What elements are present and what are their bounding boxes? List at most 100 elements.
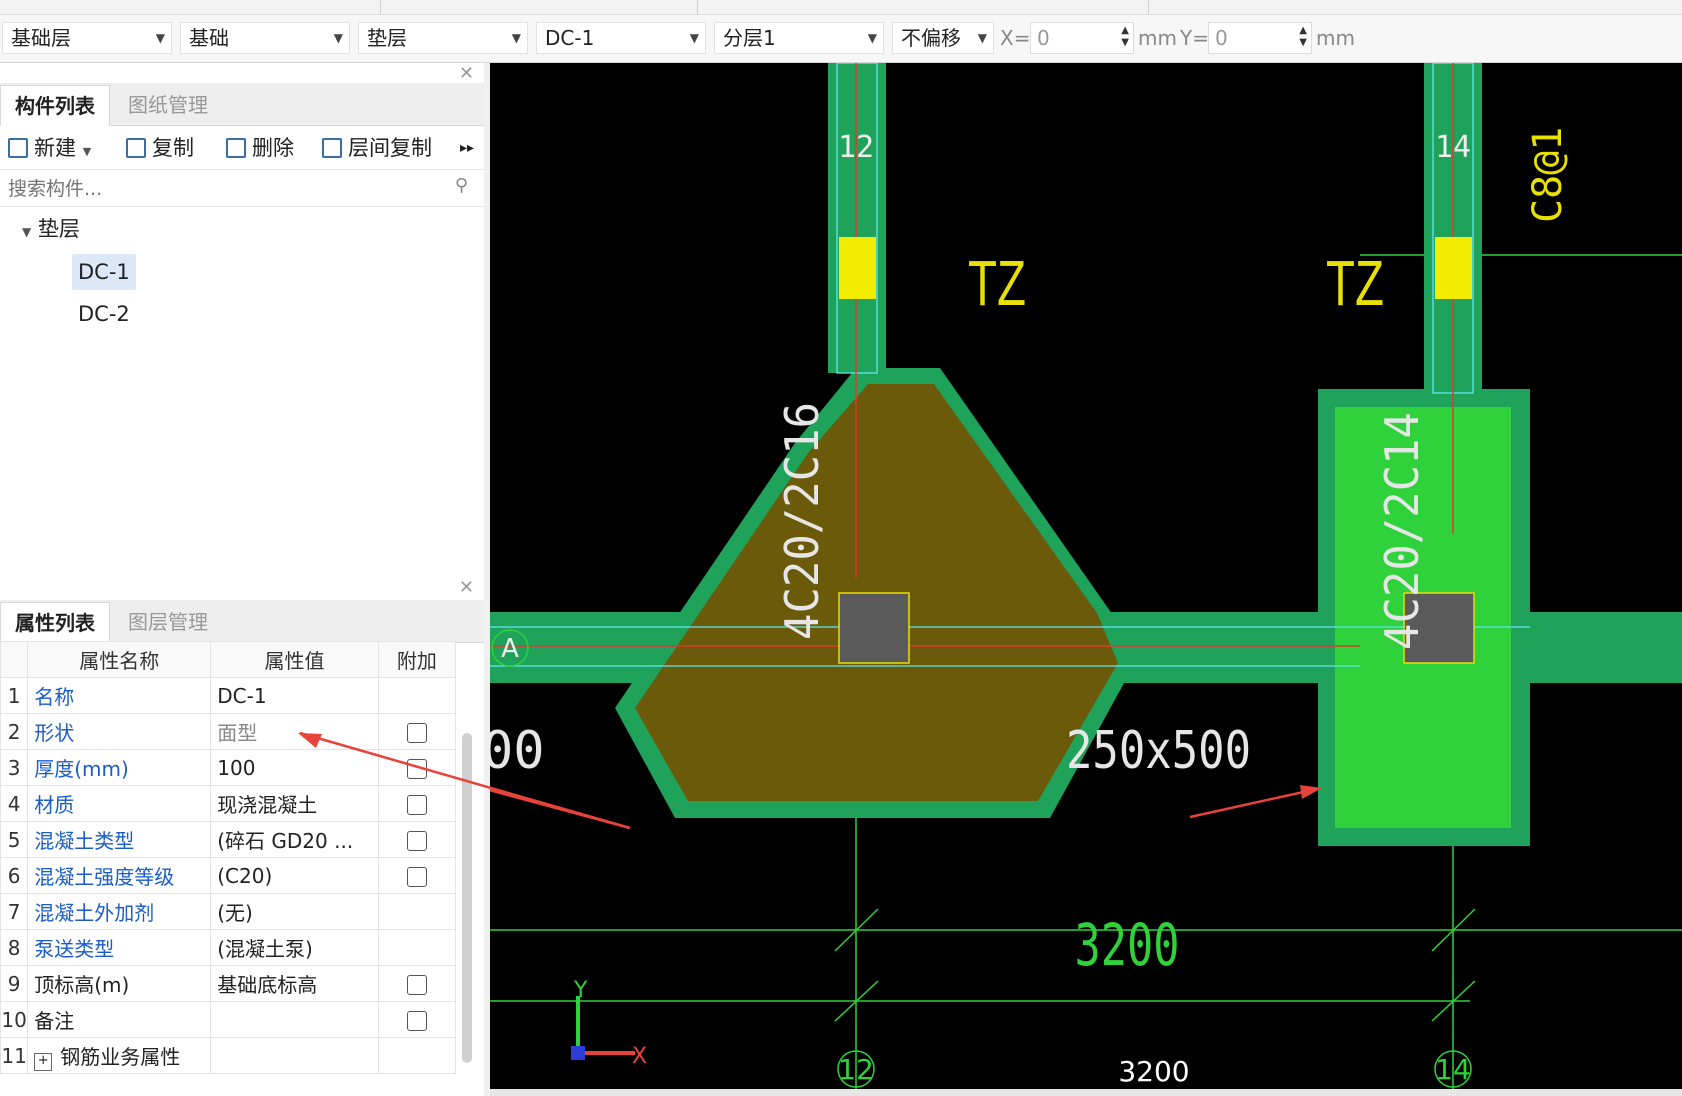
attach-checkbox[interactable] (406, 1011, 427, 1031)
axis-label-14-top: 14 (1435, 130, 1471, 165)
y-input[interactable]: 0 ▲ ▼ (1208, 22, 1312, 54)
tree-item-dc-2[interactable]: DC-2 (78, 296, 130, 332)
attach-checkbox[interactable] (406, 723, 427, 743)
cad-drawing: 12 14 TZ TZ C8@1 4C20/2C16 4C20/2C14 250… (490, 63, 1682, 1089)
chevron-down-icon: ▼ (867, 31, 877, 45)
close-icon[interactable]: ✕ (459, 63, 474, 84)
table-row[interactable]: 7 混凝土外加剂 (无) (0, 893, 457, 930)
axis-label-12-top: 12 (838, 130, 874, 165)
category-select[interactable]: 基础 ▼ (180, 22, 350, 54)
floor-copy-button[interactable]: 层间复制 (322, 133, 432, 163)
row-number: 4 (0, 785, 29, 822)
header-attach: 附加 (377, 641, 457, 678)
property-value[interactable]: (无) (210, 893, 379, 930)
property-name: 顶标高(m) (27, 965, 212, 1002)
table-row[interactable]: 6 混凝土强度等级 (C20) (0, 857, 457, 894)
table-row[interactable]: 4 材质 现浇混凝土 (0, 785, 457, 822)
delete-button[interactable]: 删除 (226, 133, 294, 163)
drawing-canvas[interactable]: 12 14 TZ TZ C8@1 4C20/2C16 4C20/2C14 250… (490, 63, 1682, 1089)
property-scrollbar[interactable] (462, 733, 472, 1063)
row-number: 7 (0, 893, 29, 930)
property-table: 属性名称 属性值 附加 1 名称 DC-1 2 形状 面型 3 厚度(mm) 1… (0, 641, 457, 1074)
y-unit-label: mm (1316, 26, 1355, 50)
row-number: 3 (0, 749, 29, 786)
chevron-down-icon: ▼ (511, 31, 521, 45)
attach-checkbox[interactable] (406, 867, 427, 887)
property-name: 泵送类型 (27, 929, 212, 966)
table-row[interactable]: 8 泵送类型 (混凝土泵) (0, 929, 457, 966)
table-row[interactable]: 9 顶标高(m) 基础底标高 (0, 965, 457, 1002)
close-icon[interactable]: ✕ (459, 577, 474, 598)
row-number: 9 (0, 965, 29, 1002)
axis-label-a: A (501, 634, 519, 664)
property-value[interactable]: 100 (210, 749, 379, 786)
table-row[interactable]: 10 备注 (0, 1001, 457, 1038)
attach-checkbox[interactable] (406, 759, 427, 779)
table-header: 属性名称 属性值 附加 (0, 641, 457, 678)
property-name: + 钢筋业务属性 (27, 1037, 212, 1074)
attach-cell (377, 677, 457, 714)
header-property-name: 属性名称 (27, 641, 212, 678)
table-row[interactable]: 1 名称 DC-1 (0, 677, 457, 714)
x-input[interactable]: 0 ▲ ▼ (1030, 22, 1134, 54)
component-select[interactable]: DC-1 ▼ (536, 22, 706, 54)
tab-drawing-management[interactable]: 图纸管理 (114, 85, 222, 125)
copy-button[interactable]: 复制 (126, 133, 194, 163)
property-value[interactable]: (混凝土泵) (210, 929, 379, 966)
row-number: 5 (0, 821, 29, 858)
attach-checkbox[interactable] (406, 831, 427, 851)
attach-checkbox[interactable] (406, 795, 427, 815)
new-button[interactable]: 新建 ▼ (8, 133, 91, 163)
property-value[interactable] (210, 1001, 379, 1038)
expand-plus-icon[interactable]: + (34, 1052, 53, 1071)
attach-cell (377, 785, 457, 822)
search-input[interactable] (6, 174, 430, 204)
attach-cell (377, 893, 457, 930)
header-index (0, 641, 29, 678)
search-icon[interactable]: ⚲ (455, 175, 468, 196)
floor-copy-icon (322, 138, 342, 158)
floor-select[interactable]: 基础层 ▼ (2, 22, 172, 54)
row-number: 10 (0, 1001, 29, 1038)
spinner-icon[interactable]: ▲ ▼ (1299, 25, 1307, 49)
property-name: 材质 (27, 785, 212, 822)
rebar-label-right: 4C20/2C14 (1375, 412, 1429, 650)
offset-select[interactable]: 不偏移 ▼ (892, 22, 994, 54)
table-row[interactable]: 3 厚度(mm) 100 (0, 749, 457, 786)
tree-group-cushion[interactable]: ▼ 垫层 (22, 211, 80, 247)
property-value[interactable]: DC-1 (210, 677, 379, 714)
tab-layer-management[interactable]: 图层管理 (114, 602, 222, 642)
property-value[interactable]: 基础底标高 (210, 965, 379, 1002)
table-row[interactable]: 5 混凝土类型 (碎石 GD20 ... (0, 821, 457, 858)
chevron-down-icon[interactable]: ▼ (22, 225, 31, 239)
row-number: 2 (0, 713, 29, 750)
tz-label-right: TZ (1326, 247, 1384, 319)
tz-label-left: TZ (968, 247, 1026, 319)
component-search: ⚲ (0, 169, 484, 207)
table-row[interactable]: 2 形状 面型 (0, 713, 457, 750)
header-property-value: 属性值 (210, 641, 379, 678)
property-name: 形状 (27, 713, 212, 750)
spinner-icon[interactable]: ▲ ▼ (1121, 25, 1129, 49)
attach-checkbox[interactable] (406, 975, 427, 995)
tab-property-list[interactable]: 属性列表 (0, 602, 110, 643)
property-value[interactable]: (C20) (210, 857, 379, 894)
layer-select[interactable]: 分层1 ▼ (714, 22, 884, 54)
table-row[interactable]: 11 + 钢筋业务属性 (0, 1037, 457, 1074)
column-12-a[interactable] (838, 592, 910, 664)
more-tools-icon[interactable]: ▸▸ (460, 133, 474, 163)
property-value[interactable]: (碎石 GD20 ... (210, 821, 379, 858)
property-value[interactable]: 现浇混凝土 (210, 785, 379, 822)
x-unit-label: mm (1138, 26, 1177, 50)
chevron-down-icon: ▼ (689, 31, 699, 45)
row-number: 1 (0, 677, 29, 714)
x-label: X= (1000, 26, 1031, 50)
chevron-down-icon: ▼ (977, 31, 987, 45)
trash-icon (226, 138, 246, 158)
row-number: 6 (0, 857, 29, 894)
chevron-down-icon: ▼ (155, 31, 165, 45)
type-select[interactable]: 垫层 ▼ (358, 22, 528, 54)
property-value[interactable]: 面型 (210, 713, 379, 750)
tree-item-dc-1[interactable]: DC-1 (72, 254, 136, 290)
tab-component-list[interactable]: 构件列表 (0, 85, 110, 126)
